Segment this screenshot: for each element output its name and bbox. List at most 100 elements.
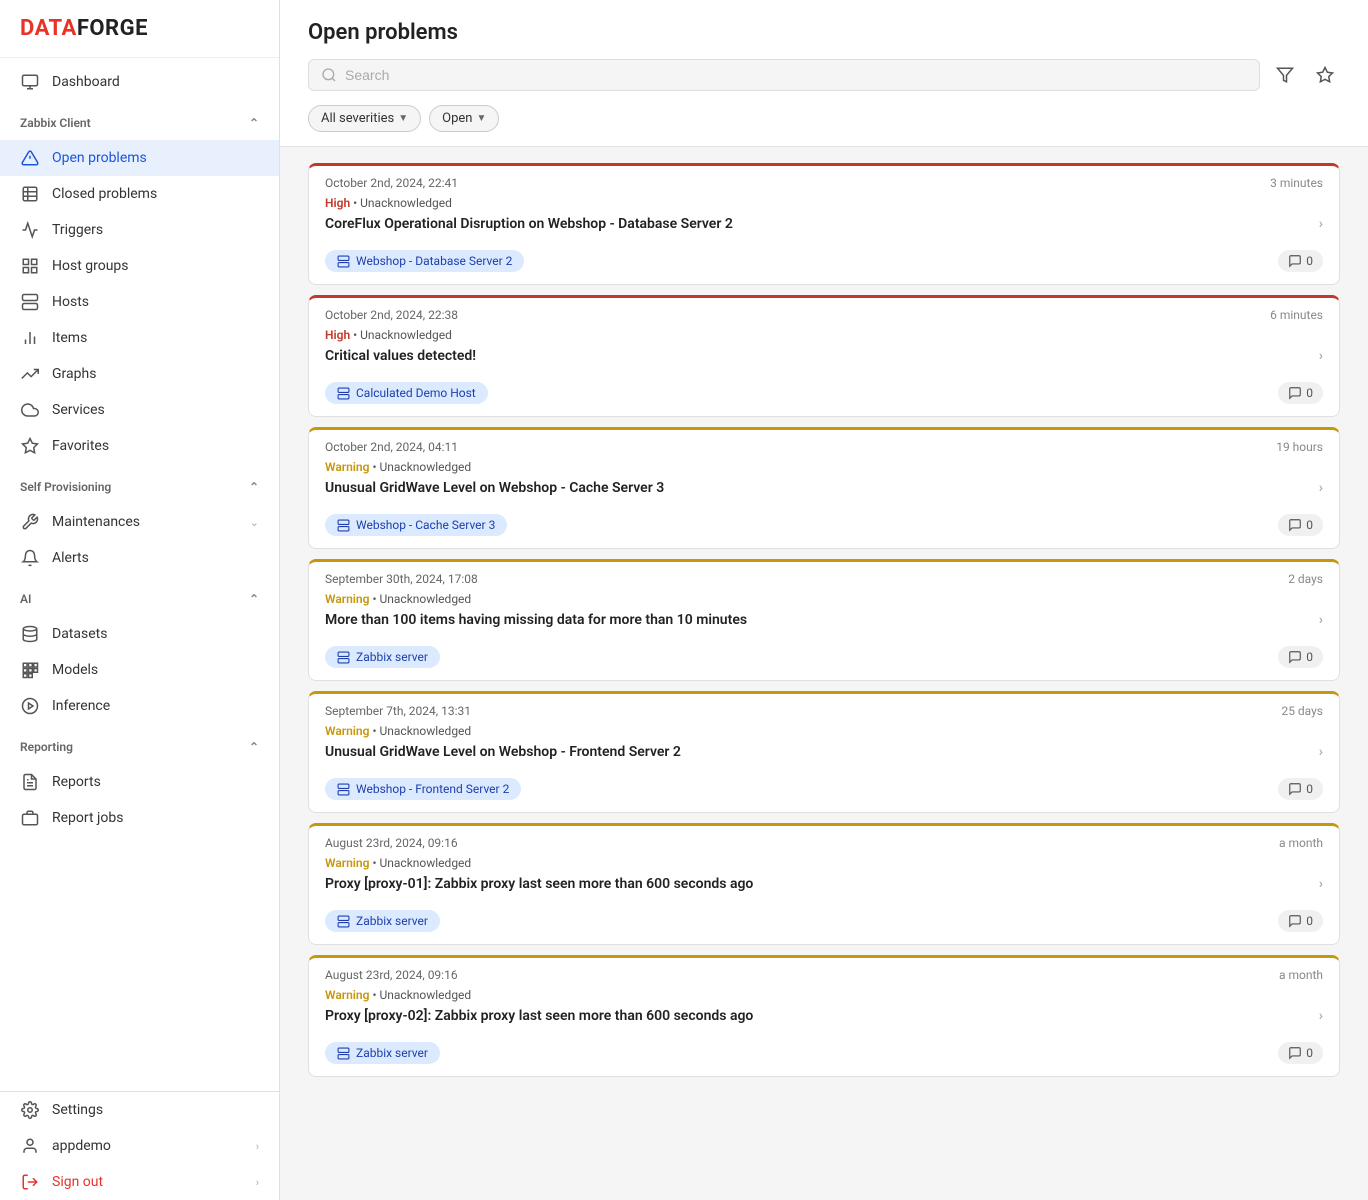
chevron-up-icon: ⌃: [249, 740, 259, 754]
problem-title[interactable]: Proxy [proxy-01]: Zabbix proxy last seen…: [309, 874, 1339, 902]
problem-date: September 30th, 2024, 17:08: [325, 572, 478, 586]
host-name: Zabbix server: [356, 914, 428, 928]
comment-badge[interactable]: 0: [1278, 514, 1323, 536]
problem-title-text: Unusual GridWave Level on Webshop - Cach…: [325, 480, 664, 496]
sidebar-item-sign-out[interactable]: Sign out ›: [0, 1164, 279, 1200]
host-tag[interactable]: Calculated Demo Host: [325, 382, 488, 404]
star-button[interactable]: [1310, 60, 1340, 90]
sidebar-item-items[interactable]: Items: [0, 320, 279, 356]
chevron-right-icon: ›: [1319, 1008, 1323, 1024]
search-input[interactable]: [345, 67, 1247, 83]
comment-count: 0: [1306, 386, 1313, 400]
sidebar-item-graphs[interactable]: Graphs: [0, 356, 279, 392]
section-self-provisioning[interactable]: Self Provisioning ⌃: [0, 470, 279, 498]
sidebar-item-datasets[interactable]: Datasets: [0, 616, 279, 652]
problem-severity-row: High • Unacknowledged: [309, 326, 1339, 346]
sidebar-item-report-jobs[interactable]: Report jobs: [0, 800, 279, 836]
user-icon: [20, 1136, 40, 1156]
comment-count: 0: [1306, 914, 1313, 928]
status-filter[interactable]: Open ▼: [429, 105, 499, 132]
sidebar-item-models[interactable]: Models: [0, 652, 279, 688]
sidebar-item-label: Datasets: [52, 626, 107, 642]
dropdown-arrow-icon: ▼: [476, 113, 486, 124]
host-tag[interactable]: Zabbix server: [325, 910, 440, 932]
problem-card: October 2nd, 2024, 22:41 3 minutes High …: [308, 163, 1340, 285]
sidebar-item-inference[interactable]: Inference: [0, 688, 279, 724]
filter-button[interactable]: [1270, 60, 1300, 90]
sidebar-item-closed-problems[interactable]: Closed problems: [0, 176, 279, 212]
problem-title-text: CoreFlux Operational Disruption on Websh…: [325, 216, 733, 232]
comment-icon: [1288, 254, 1302, 268]
comment-badge[interactable]: 0: [1278, 778, 1323, 800]
comment-badge[interactable]: 0: [1278, 910, 1323, 932]
comment-badge[interactable]: 0: [1278, 250, 1323, 272]
logo: DATAFORGE: [0, 0, 279, 58]
host-tag[interactable]: Webshop - Database Server 2: [325, 250, 524, 272]
host-tag[interactable]: Zabbix server: [325, 646, 440, 668]
severity-filter[interactable]: All severities ▼: [308, 105, 421, 132]
problem-severity-row: Warning • Unacknowledged: [309, 590, 1339, 610]
problem-footer: Webshop - Cache Server 3 0: [309, 506, 1339, 548]
sidebar-item-label: Alerts: [52, 550, 89, 566]
bar-chart-icon: [20, 328, 40, 348]
table-icon: [20, 184, 40, 204]
sidebar-item-reports[interactable]: Reports: [0, 764, 279, 800]
host-tag[interactable]: Webshop - Cache Server 3: [325, 514, 507, 536]
sidebar-item-triggers[interactable]: Triggers: [0, 212, 279, 248]
section-reporting[interactable]: Reporting ⌃: [0, 730, 279, 758]
section-label: Reporting: [20, 740, 73, 754]
briefcase-icon: [20, 808, 40, 828]
problem-age: 2 days: [1288, 572, 1323, 586]
server-icon: [337, 255, 350, 268]
sidebar: DATAFORGE Dashboard Zabbix Client ⌃ Open…: [0, 0, 280, 1200]
problem-header: August 23rd, 2024, 09:16 a month: [309, 826, 1339, 854]
acknowledged-label: • Unacknowledged: [372, 988, 471, 1002]
section-label: Zabbix Client: [20, 116, 91, 130]
comment-badge[interactable]: 0: [1278, 646, 1323, 668]
host-tag[interactable]: Zabbix server: [325, 1042, 440, 1064]
problem-title[interactable]: CoreFlux Operational Disruption on Websh…: [309, 214, 1339, 242]
section-zabbix-client[interactable]: Zabbix Client ⌃: [0, 106, 279, 134]
problem-title[interactable]: Proxy [proxy-02]: Zabbix proxy last seen…: [309, 1006, 1339, 1034]
acknowledged-label: • Unacknowledged: [353, 328, 452, 342]
comment-badge[interactable]: 0: [1278, 382, 1323, 404]
chevron-up-icon: ⌃: [249, 592, 259, 606]
sidebar-item-settings[interactable]: Settings: [0, 1092, 279, 1128]
sidebar-item-alerts[interactable]: Alerts: [0, 540, 279, 576]
host-tag[interactable]: Webshop - Frontend Server 2: [325, 778, 521, 800]
sidebar-item-host-groups[interactable]: Host groups: [0, 248, 279, 284]
problem-date: October 2nd, 2024, 04:11: [325, 440, 458, 454]
sidebar-item-open-problems[interactable]: Open problems: [0, 140, 279, 176]
sidebar-item-services[interactable]: Services: [0, 392, 279, 428]
comment-badge[interactable]: 0: [1278, 1042, 1323, 1064]
comment-count: 0: [1306, 518, 1313, 532]
comment-count: 0: [1306, 1046, 1313, 1060]
logo-data: DATA: [20, 16, 77, 41]
problem-date: September 7th, 2024, 13:31: [325, 704, 471, 718]
section-ai[interactable]: AI ⌃: [0, 582, 279, 610]
section-label: AI: [20, 592, 31, 606]
comment-icon: [1288, 518, 1302, 532]
problem-footer: Webshop - Database Server 2 0: [309, 242, 1339, 284]
sidebar-item-maintenances[interactable]: Maintenances ⌄: [0, 504, 279, 540]
sidebar-item-hosts[interactable]: Hosts: [0, 284, 279, 320]
problem-title[interactable]: Unusual GridWave Level on Webshop - Cach…: [309, 478, 1339, 506]
problem-title-text: Proxy [proxy-02]: Zabbix proxy last seen…: [325, 1008, 753, 1024]
sidebar-item-appdemo[interactable]: appdemo ›: [0, 1128, 279, 1164]
search-filter-row: [308, 59, 1340, 91]
severity-label: Warning: [325, 856, 369, 870]
problem-footer: Zabbix server 0: [309, 902, 1339, 944]
sidebar-item-dashboard[interactable]: Dashboard: [0, 64, 279, 100]
problem-title[interactable]: Critical values detected! ›: [309, 346, 1339, 374]
problem-title[interactable]: More than 100 items having missing data …: [309, 610, 1339, 638]
top-nav: Dashboard: [0, 58, 279, 106]
problem-title[interactable]: Unusual GridWave Level on Webshop - Fron…: [309, 742, 1339, 770]
acknowledged-label: • Unacknowledged: [372, 856, 471, 870]
sidebar-item-label: Favorites: [52, 438, 109, 454]
problem-card: October 2nd, 2024, 04:11 19 hours Warnin…: [308, 427, 1340, 549]
server-icon: [337, 519, 350, 532]
chevron-right-icon: ›: [1319, 612, 1323, 628]
problem-title-text: Critical values detected!: [325, 348, 476, 364]
server-icon: [20, 292, 40, 312]
sidebar-item-favorites[interactable]: Favorites: [0, 428, 279, 464]
